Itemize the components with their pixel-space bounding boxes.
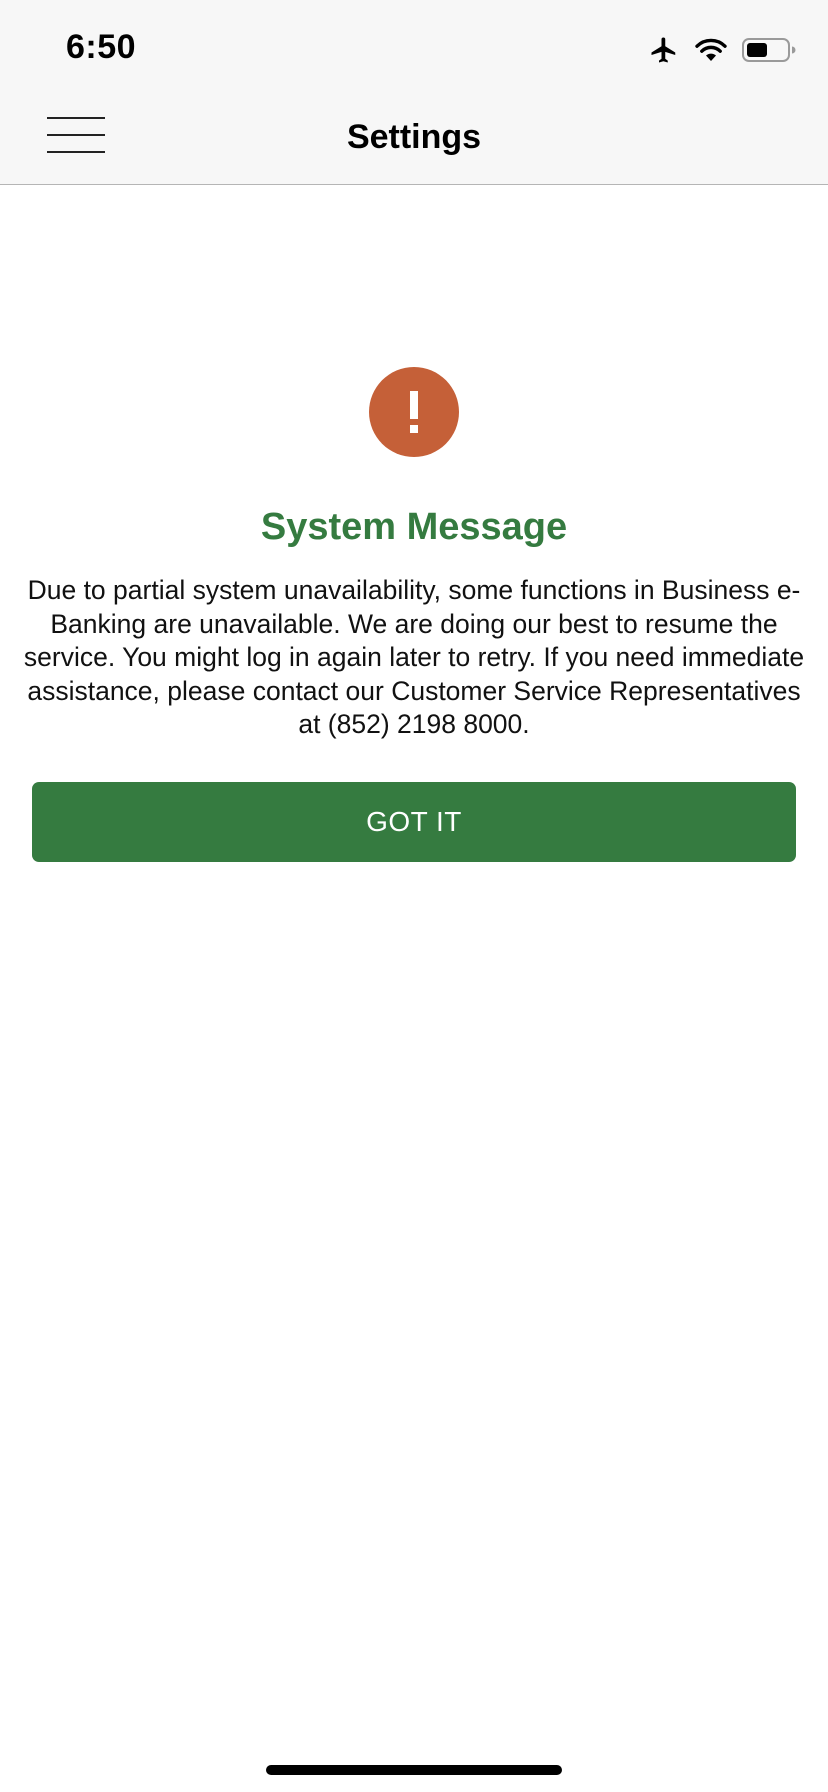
airplane-mode-icon [648, 35, 680, 65]
system-message-body: Due to partial system unavailability, so… [23, 575, 805, 739]
status-icons [648, 34, 796, 66]
page-title: Settings [346, 118, 482, 156]
navigation-bar: Settings [0, 92, 828, 185]
status-bar: 6:50 [0, 0, 828, 92]
exclamation-icon [369, 367, 459, 457]
got-it-button[interactable]: GOT IT [32, 782, 796, 862]
system-message-title: System Message [260, 506, 568, 548]
home-indicator [266, 1765, 562, 1775]
status-time: 6:50 [66, 28, 137, 66]
battery-icon [742, 37, 796, 63]
wifi-icon [694, 37, 728, 63]
